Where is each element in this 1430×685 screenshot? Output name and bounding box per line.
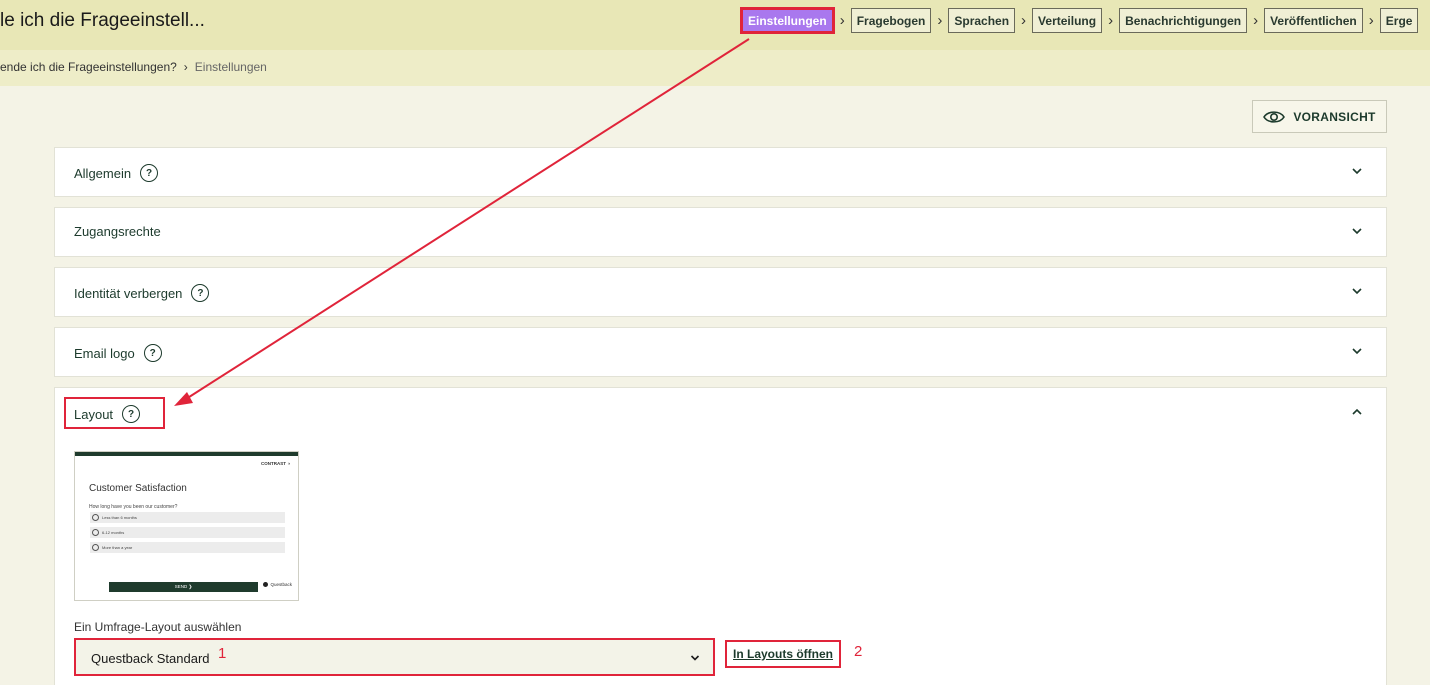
- annotation-marker-2: 2: [854, 643, 863, 660]
- breadcrumb-separator: ›: [183, 60, 188, 74]
- accordion-layout: Layout ? CONTRAST ◑ Customer Satisfactio…: [54, 387, 1387, 685]
- preview-button-label: VORANSICHT: [1293, 109, 1376, 124]
- chevron-down-icon[interactable]: [1350, 344, 1364, 358]
- thumbnail-brand: CONTRAST ◑: [261, 461, 290, 466]
- help-icon[interactable]: ?: [122, 405, 141, 423]
- chevron-right-icon: ›: [1108, 12, 1114, 29]
- accordion-email-logo[interactable]: Email logo ?: [54, 327, 1387, 377]
- chevron-down-icon[interactable]: [1350, 224, 1364, 238]
- logo-icon: [263, 582, 269, 587]
- annotation-marker-1: 1: [218, 645, 227, 662]
- layout-thumbnail[interactable]: CONTRAST ◑ Customer Satisfaction How lon…: [74, 451, 299, 601]
- step-fragebogen[interactable]: Fragebogen: [850, 8, 932, 33]
- help-icon[interactable]: ?: [143, 344, 162, 362]
- thumbnail-question: How long have you been our customer?: [89, 504, 178, 510]
- breadcrumb: ende ich die Frageeinstellungen? › Einst…: [0, 60, 267, 74]
- thumbnail-logo: Questback: [263, 582, 292, 587]
- radio-icon: [92, 529, 99, 536]
- accordion-header-layout[interactable]: Layout ?: [74, 405, 141, 423]
- layout-select[interactable]: Questback Standard: [74, 638, 715, 676]
- thumbnail-option: More than a year: [90, 542, 285, 553]
- thumbnail-option: 6-12 months: [90, 527, 285, 538]
- help-icon[interactable]: ?: [140, 164, 159, 182]
- thumbnail-title: Customer Satisfaction: [89, 483, 187, 494]
- chevron-up-icon[interactable]: [1350, 405, 1364, 419]
- breadcrumb-current: Einstellungen: [194, 60, 267, 74]
- accordion-identitaet-verbergen[interactable]: Identität verbergen ?: [54, 267, 1387, 317]
- chevron-down-icon: [690, 655, 700, 661]
- accordion-label: Zugangsrechte: [74, 224, 161, 239]
- breadcrumb-parent[interactable]: ende ich die Frageeinstellungen?: [0, 60, 177, 74]
- top-bar: le ich die Frageeinstell... Einstellunge…: [0, 0, 1430, 50]
- accordion-zugangsrechte[interactable]: Zugangsrechte: [54, 207, 1387, 257]
- chevron-right-icon: ›: [1368, 12, 1374, 29]
- step-ergebnisse[interactable]: Erge: [1379, 8, 1419, 33]
- layout-select-label: Ein Umfrage-Layout auswählen: [74, 620, 242, 634]
- accordion-label: Email logo: [74, 345, 135, 361]
- chevron-down-icon[interactable]: [1350, 284, 1364, 298]
- chevron-right-icon: ›: [937, 12, 943, 29]
- accordion-label: Allgemein: [74, 165, 132, 181]
- step-benachrichtigungen[interactable]: Benachrichtigungen: [1119, 8, 1248, 33]
- radio-icon: [92, 514, 99, 521]
- layout-select-value: Questback Standard: [91, 651, 210, 666]
- accordion-label: Identität verbergen: [74, 285, 183, 301]
- chevron-right-icon: ›: [1253, 12, 1259, 29]
- step-sprachen[interactable]: Sprachen: [948, 8, 1016, 33]
- chevron-down-icon[interactable]: [1350, 164, 1364, 178]
- breadcrumb-bar: ende ich die Frageeinstellungen? › Einst…: [0, 50, 1430, 86]
- thumbnail-option: Less than 6 months: [90, 512, 285, 523]
- preview-button[interactable]: VORANSICHT: [1252, 100, 1387, 133]
- step-einstellungen[interactable]: Einstellungen: [740, 7, 835, 34]
- chevron-right-icon: ›: [1021, 12, 1027, 29]
- radio-icon: [92, 544, 99, 551]
- open-in-layouts-link[interactable]: In Layouts öffnen: [725, 640, 841, 668]
- accordion-allgemein[interactable]: Allgemein ?: [54, 147, 1387, 197]
- accordion-label: Layout: [74, 406, 114, 422]
- thumbnail-header-bar: [75, 452, 298, 456]
- step-navigation: Einstellungen › Fragebogen › Sprachen › …: [740, 7, 1419, 34]
- step-verteilung[interactable]: Verteilung: [1032, 8, 1103, 33]
- page-title: le ich die Frageeinstell...: [0, 10, 205, 31]
- chevron-right-icon: ›: [839, 12, 845, 29]
- thumbnail-send-button: SEND ❯: [109, 582, 258, 592]
- help-icon[interactable]: ?: [191, 284, 210, 302]
- step-veroeffentlichen[interactable]: Veröffentlichen: [1264, 8, 1363, 33]
- eye-icon: [1263, 110, 1286, 123]
